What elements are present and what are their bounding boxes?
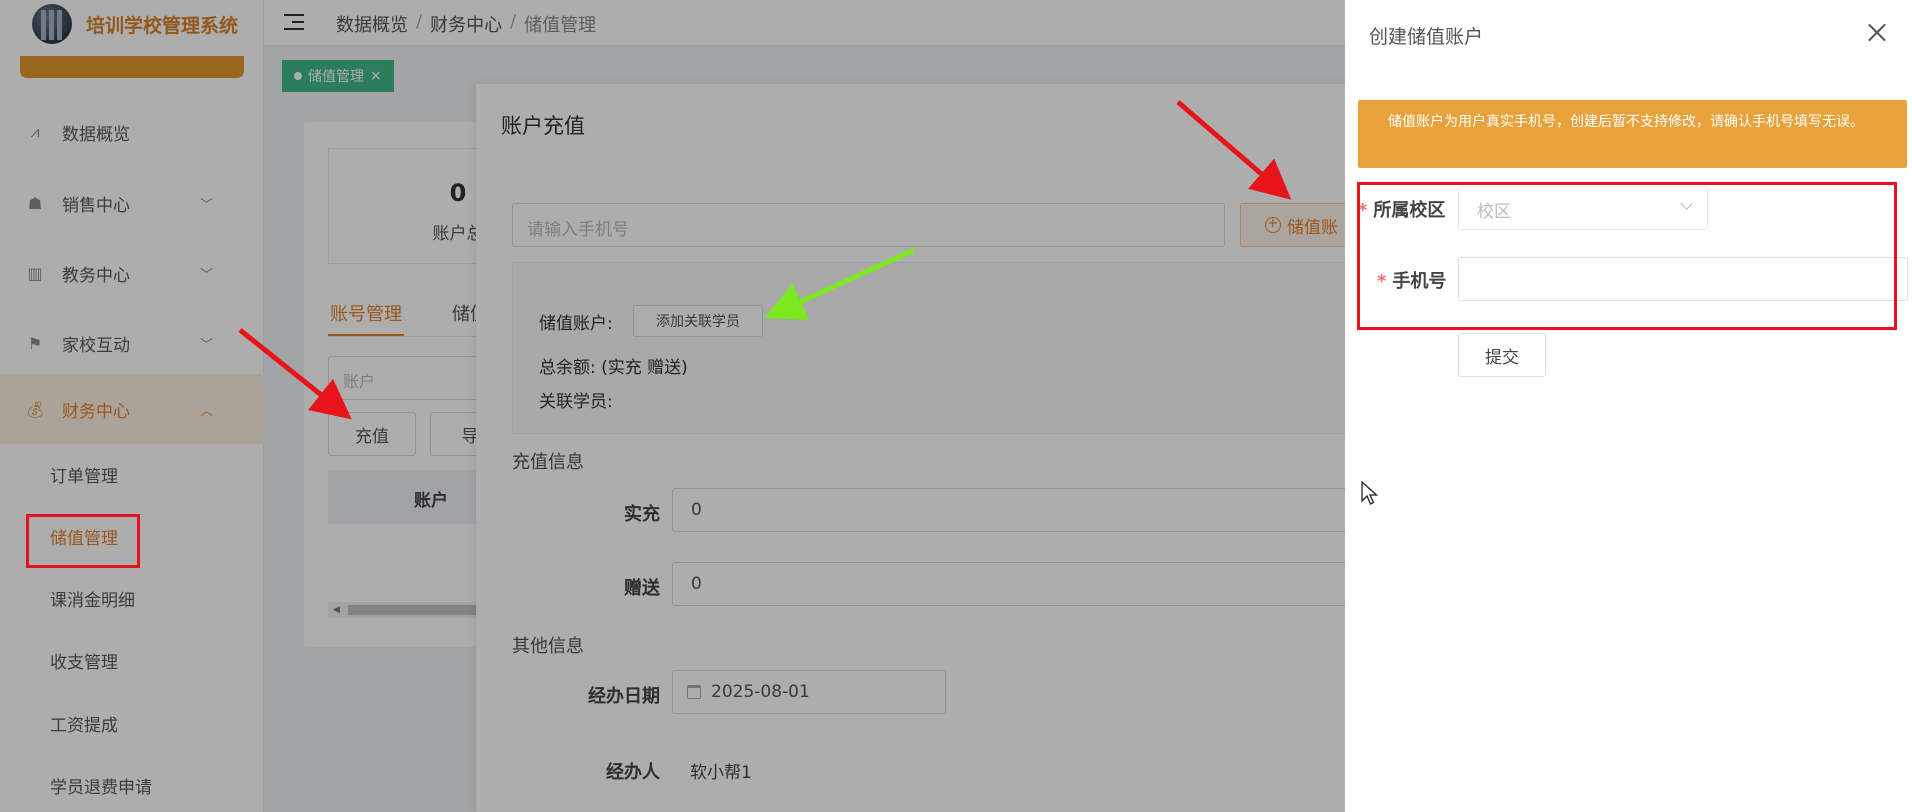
modal-overlay[interactable] — [0, 0, 1345, 812]
annotation-box-form — [1357, 182, 1897, 330]
submit-button[interactable]: 提交 — [1458, 333, 1546, 377]
warning-alert: 储值账户为用户真实手机号，创建后暂不支持修改，请确认手机号填写无误。 — [1358, 100, 1907, 168]
drawer-title: 创建储值账户 — [1369, 26, 1484, 48]
annotation-box-stored-value — [26, 514, 140, 568]
mouse-cursor-icon — [1361, 481, 1379, 505]
create-account-drawer: 创建储值账户 储值账户为用户真实手机号，创建后暂不支持修改，请确认手机号填写无误… — [1345, 0, 1912, 812]
close-icon[interactable] — [1867, 22, 1887, 42]
